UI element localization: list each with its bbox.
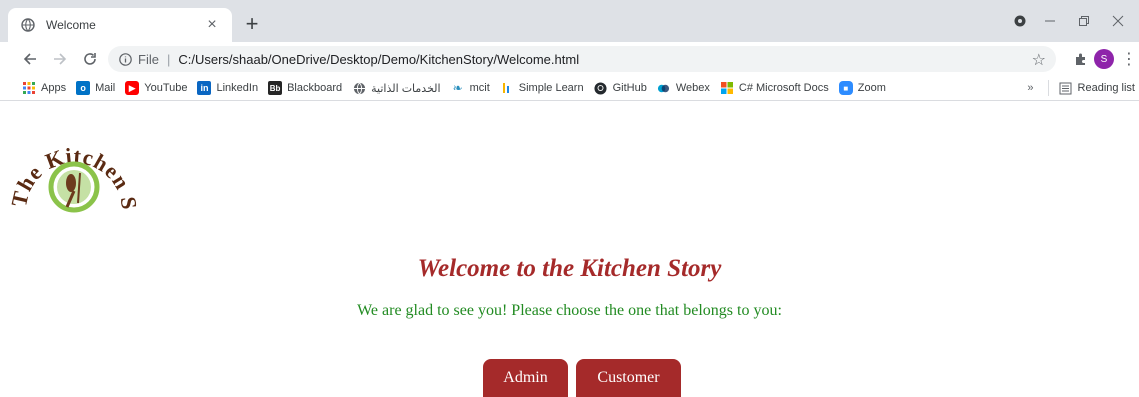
close-tab-icon[interactable]: ×: [202, 15, 222, 35]
webex-icon: [657, 81, 671, 95]
bookmark-label: الخدمات الذاتية: [371, 82, 441, 95]
minimize-icon[interactable]: [1036, 8, 1064, 34]
globe-icon: [20, 17, 36, 33]
extensions-puzzle-icon[interactable]: [1070, 48, 1092, 70]
github-icon: [594, 81, 608, 95]
bookmark-label: mcit: [469, 82, 490, 94]
bookmark-linkedin[interactable]: in LinkedIn: [197, 81, 258, 95]
apps-grid-icon: [22, 81, 36, 95]
back-arrow-icon[interactable]: [18, 47, 42, 71]
bookmark-mail[interactable]: o Mail: [76, 81, 115, 95]
more-menu-icon[interactable]: ⋮: [1118, 48, 1139, 70]
profile-menu-icon[interactable]: [1006, 8, 1034, 34]
bookmark-github[interactable]: GitHub: [594, 81, 647, 95]
new-tab-button[interactable]: +: [240, 12, 264, 36]
reading-list-icon: [1059, 82, 1072, 95]
bookmarks-bar: Apps o Mail ▶ YouTube in LinkedIn Bb Bla…: [0, 76, 1139, 101]
address-separator: |: [166, 51, 171, 67]
address-scheme-label: File: [138, 51, 159, 67]
reading-list-label: Reading list: [1077, 82, 1135, 94]
address-url[interactable]: C:/Users/shaab/OneDrive/Desktop/Demo/Kit…: [178, 52, 579, 67]
bookmark-zoom[interactable]: ■ Zoom: [838, 81, 886, 95]
bookmark-apps[interactable]: Apps: [22, 81, 66, 95]
page-content: The Kitchen Story Welcome to the Kitchen…: [0, 87, 1139, 397]
microsoft-icon: [720, 81, 734, 95]
reload-icon[interactable]: [78, 47, 102, 71]
bookmark-label: YouTube: [144, 82, 188, 94]
page-title: Welcome to the Kitchen Story: [417, 255, 722, 282]
zoom-icon: ■: [838, 81, 853, 95]
restore-icon[interactable]: [1070, 8, 1098, 34]
bookmark-label: LinkedIn: [216, 82, 259, 94]
tab-title: Welcome: [46, 18, 96, 32]
divider: [1047, 80, 1049, 96]
bookmark-label: C# Microsoft Docs: [738, 82, 829, 94]
bookmark-label: GitHub: [612, 82, 647, 94]
bookmark-label: Mail: [95, 82, 116, 94]
linkedin-icon: in: [197, 81, 212, 95]
simplelearn-icon: [500, 81, 514, 95]
mcit-icon: ❧: [452, 81, 463, 95]
bookmark-label: Zoom: [857, 82, 886, 94]
bookmark-label: Webex: [675, 82, 710, 94]
page-subtitle: We are glad to see you! Please choose th…: [357, 302, 782, 319]
bookmark-microsoft-docs[interactable]: C# Microsoft Docs: [720, 81, 829, 95]
bookmark-star-icon[interactable]: ☆: [1032, 50, 1046, 70]
profile-avatar-button[interactable]: S: [1093, 48, 1115, 70]
outlook-icon: o: [76, 81, 91, 95]
avatar: S: [1094, 49, 1114, 69]
bookmark-youtube[interactable]: ▶ YouTube: [125, 81, 187, 95]
tab-strip: Welcome × +: [0, 0, 1139, 42]
kitchen-story-logo: The Kitchen Story: [0, 87, 154, 237]
bookmarks-overflow-icon[interactable]: »: [1027, 82, 1033, 94]
customer-button[interactable]: Customer: [576, 359, 681, 397]
admin-button[interactable]: Admin: [483, 359, 568, 397]
close-window-icon[interactable]: [1104, 8, 1132, 34]
bookmark-label: Blackboard: [287, 82, 343, 94]
forward-arrow-icon[interactable]: [48, 47, 72, 71]
bookmark-label: Simple Learn: [518, 82, 584, 94]
tab-welcome[interactable]: Welcome ×: [8, 8, 232, 42]
bookmark-webex[interactable]: Webex: [657, 81, 710, 95]
bookmark-self-services[interactable]: الخدمات الذاتية: [352, 81, 441, 95]
reading-list-button[interactable]: Reading list: [1059, 82, 1135, 95]
bookmark-blackboard[interactable]: Bb Blackboard: [268, 81, 342, 95]
globe-icon: [352, 81, 366, 95]
youtube-icon: ▶: [125, 81, 140, 95]
blackboard-icon: Bb: [268, 81, 283, 95]
info-icon[interactable]: [118, 52, 132, 66]
browser-toolbar: File | C:/Users/shaab/OneDrive/Desktop/D…: [0, 42, 1139, 76]
bookmark-label: Apps: [41, 82, 67, 94]
bookmarks-right: » Reading list: [1027, 76, 1135, 100]
address-bar[interactable]: File | C:/Users/shaab/OneDrive/Desktop/D…: [108, 46, 1056, 72]
bookmark-mcit[interactable]: ❧ mcit: [451, 81, 490, 95]
bookmark-simple-learn[interactable]: Simple Learn: [500, 81, 584, 95]
